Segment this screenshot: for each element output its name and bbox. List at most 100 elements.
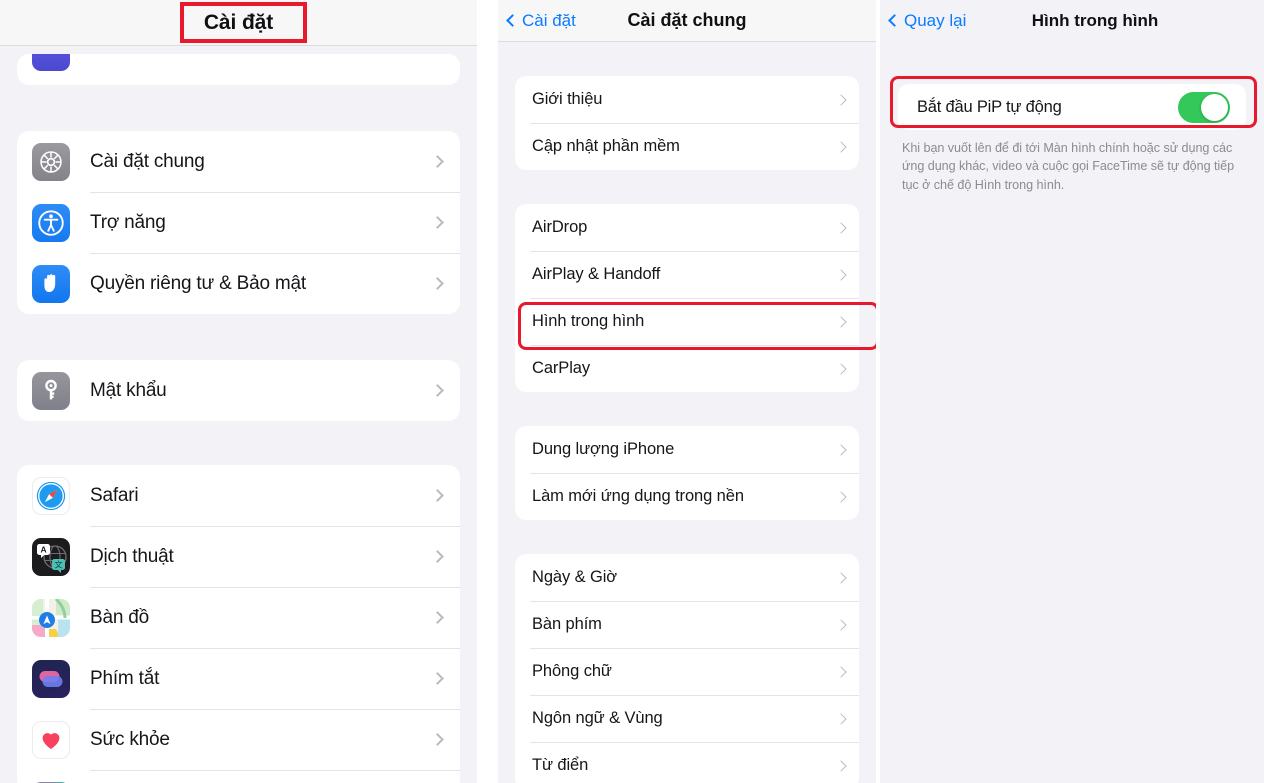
sidebar-item-label: Quyền riêng tư & Bảo mật — [90, 272, 306, 294]
settings-panel-general: Cài đặt Cài đặt chung Giới thiệu Cập nhậ… — [498, 0, 876, 783]
key-icon — [32, 371, 70, 410]
privacy-hand-icon — [32, 264, 70, 303]
translate-icon: A文 — [32, 537, 70, 576]
right-toggle-row[interactable]: Bắt đầu PiP tự động — [898, 84, 1246, 130]
row-label: Phông chữ — [532, 662, 612, 680]
left-navbar: Cài đặt — [0, 0, 477, 46]
chevron-right-icon — [835, 140, 847, 153]
chevron-right-icon — [835, 571, 847, 584]
auto-pip-toggle[interactable] — [1178, 91, 1230, 123]
mid-row-about[interactable]: Giới thiệu — [515, 76, 859, 123]
sidebar-item-health[interactable]: Sức khỏe — [17, 709, 460, 770]
sidebar-item-label: Sức khỏe — [90, 728, 170, 750]
chevron-right-icon — [431, 489, 444, 502]
mid-group-3: Dung lượng iPhone Làm mới ứng dụng trong… — [515, 426, 859, 520]
mid-group-4: Ngày & Giờ Bàn phím Phông chữ Ngôn ngữ &… — [515, 554, 859, 783]
right-group-toggle: Bắt đầu PiP tự động — [898, 84, 1246, 130]
sidebar-item-label: Dịch thuật — [90, 545, 174, 567]
chevron-right-icon — [835, 665, 847, 678]
sidebar-item-shortcuts[interactable]: Phím tắt — [17, 648, 460, 709]
toggle-knob — [1201, 93, 1228, 121]
toggle-row-label: Bắt đầu PiP tự động — [917, 97, 1062, 116]
back-button-label: Quay lại — [904, 11, 967, 30]
row-label: Từ điển — [532, 756, 589, 774]
chevron-right-icon — [835, 759, 847, 772]
chevron-right-icon — [431, 277, 444, 290]
panel-divider-1 — [477, 0, 498, 783]
left-group-apps: Safari A文 Dịch thuật Bàn đồ Phím tắt Sức… — [17, 465, 460, 783]
svg-text:A: A — [40, 544, 46, 554]
back-button-settings[interactable]: Cài đặt — [498, 11, 576, 31]
shortcuts-icon — [32, 659, 70, 698]
row-label: CarPlay — [532, 359, 590, 377]
health-heart-icon — [32, 720, 70, 759]
partial-top-row[interactable] — [17, 54, 460, 85]
row-label: Làm mới ứng dụng trong nền — [532, 487, 744, 505]
settings-panel-left: Cài đặt Cài đặt chung Trợ năng Quyền riê… — [0, 0, 477, 783]
sidebar-item-safari[interactable]: Safari — [17, 465, 460, 526]
sidebar-item-label: Trợ năng — [90, 211, 166, 233]
sidebar-item-translate[interactable]: A文 Dịch thuật — [17, 526, 460, 587]
mid-navbar: Cài đặt Cài đặt chung — [498, 0, 876, 42]
chevron-right-icon — [835, 221, 847, 234]
row-label: Giới thiệu — [532, 90, 603, 108]
mid-row-dictionary[interactable]: Từ điển — [515, 742, 859, 783]
left-group-passwords: Mật khẩu — [17, 360, 460, 421]
row-label: Dung lượng iPhone — [532, 440, 675, 458]
chevron-right-icon — [835, 618, 847, 631]
svg-text:文: 文 — [55, 559, 63, 569]
chevron-right-icon — [835, 490, 847, 503]
sidebar-item-label: Safari — [90, 484, 139, 506]
mid-row-airdrop[interactable]: AirDrop — [515, 204, 859, 251]
partial-app-icon — [32, 54, 70, 71]
mid-row-keyboard[interactable]: Bàn phím — [515, 601, 859, 648]
row-label: AirPlay & Handoff — [532, 265, 661, 283]
chevron-right-icon — [835, 712, 847, 725]
chevron-right-icon — [431, 155, 444, 168]
mid-row-carplay[interactable]: CarPlay — [515, 345, 859, 392]
safari-icon — [32, 476, 70, 515]
chevron-right-icon — [431, 384, 444, 397]
sidebar-item-maps[interactable]: Bàn đồ — [17, 587, 460, 648]
sidebar-item-label: Cài đặt chung — [90, 150, 205, 172]
row-label: Ngôn ngữ & Vùng — [532, 709, 663, 727]
chevron-right-icon — [431, 216, 444, 229]
mid-row-picture-in-picture[interactable]: Hình trong hình — [515, 298, 859, 345]
row-label: Ngày & Giờ — [532, 568, 618, 586]
mid-row-date-time[interactable]: Ngày & Giờ — [515, 554, 859, 601]
row-label: Cập nhật phần mềm — [532, 137, 680, 155]
mid-group-2: AirDrop AirPlay & Handoff Hình trong hìn… — [515, 204, 859, 392]
sidebar-item-privacy[interactable]: Quyền riêng tư & Bảo mật — [17, 253, 460, 314]
mid-row-iphone-storage[interactable]: Dung lượng iPhone — [515, 426, 859, 473]
mid-row-background-app-refresh[interactable]: Làm mới ứng dụng trong nền — [515, 473, 859, 520]
mid-row-fonts[interactable]: Phông chữ — [515, 648, 859, 695]
sidebar-item-passwords[interactable]: Mật khẩu — [17, 360, 460, 421]
back-button-label: Cài đặt — [522, 10, 576, 30]
back-button-quay-lai[interactable]: Quay lại — [880, 11, 966, 31]
chevron-right-icon — [835, 362, 847, 375]
row-label: Bàn phím — [532, 615, 602, 633]
chevron-right-icon — [431, 611, 444, 624]
mid-row-software-update[interactable]: Cập nhật phần mềm — [515, 123, 859, 170]
mid-group-1: Giới thiệu Cập nhật phần mềm — [515, 76, 859, 170]
chevron-right-icon — [835, 93, 847, 106]
left-nav-title: Cài đặt — [203, 10, 274, 34]
sidebar-item-label: Mật khẩu — [90, 379, 167, 401]
chevron-right-icon — [431, 733, 444, 746]
sidebar-item-label: Bàn đồ — [90, 606, 150, 628]
chevron-right-icon — [835, 268, 847, 281]
sidebar-item-siri[interactable]: Siri & Tìm kiếm — [17, 770, 460, 783]
screenshot-root: Cài đặt Cài đặt chung Trợ năng Quyền riê… — [0, 0, 1264, 783]
mid-row-language-region[interactable]: Ngôn ngữ & Vùng — [515, 695, 859, 742]
sidebar-item-general[interactable]: Cài đặt chung — [17, 131, 460, 192]
chevron-right-icon — [835, 443, 847, 456]
chevron-left-icon — [506, 13, 519, 27]
row-label: AirDrop — [532, 218, 588, 236]
chevron-right-icon — [431, 550, 444, 563]
pip-footnote: Khi bạn vuốt lên để đi tới Màn hình chín… — [902, 141, 1235, 192]
mid-row-airplay-handoff[interactable]: AirPlay & Handoff — [515, 251, 859, 298]
sidebar-item-accessibility[interactable]: Trợ năng — [17, 192, 460, 253]
accessibility-icon — [32, 203, 70, 242]
left-group-main: Cài đặt chung Trợ năng Quyền riêng tư & … — [17, 131, 460, 314]
settings-panel-pip: Quay lại Hình trong hình Bắt đầu PiP tự … — [880, 0, 1264, 783]
